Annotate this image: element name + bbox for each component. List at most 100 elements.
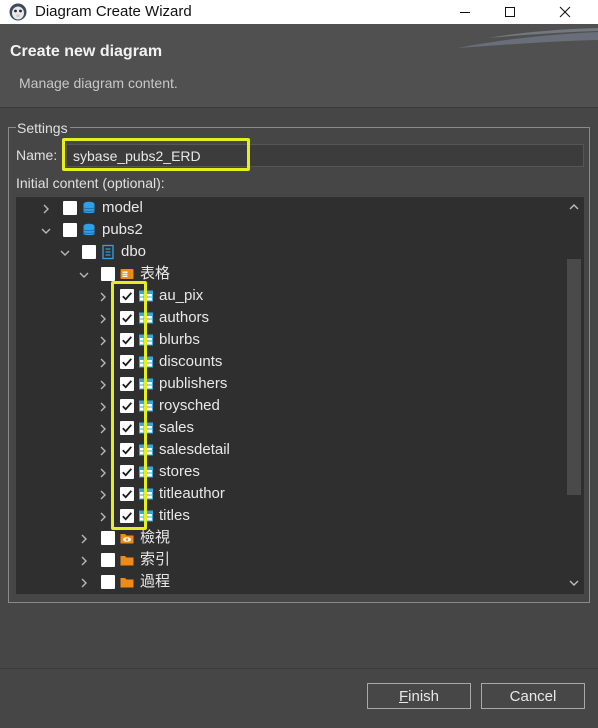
tree-row[interactable]: salesdetail bbox=[16, 439, 564, 461]
chevron-right-icon[interactable] bbox=[97, 400, 109, 412]
checkbox-checked[interactable] bbox=[120, 355, 134, 369]
tree-row[interactable]: authors bbox=[16, 307, 564, 329]
chevron-right-icon[interactable] bbox=[97, 510, 109, 522]
tree-item-label: roysched bbox=[159, 397, 220, 414]
tree-item-label: stores bbox=[159, 463, 200, 480]
close-button[interactable] bbox=[542, 0, 588, 24]
tree-item-label: titles bbox=[159, 507, 190, 524]
dbeaver-app-icon bbox=[9, 3, 27, 21]
tree-row[interactable]: dbo bbox=[16, 241, 564, 263]
chevron-right-icon[interactable] bbox=[78, 554, 90, 566]
tree-item-label: titleauthor bbox=[159, 485, 225, 502]
tree-row[interactable]: 索引 bbox=[16, 549, 564, 571]
tree-item-label: 過程 bbox=[140, 573, 171, 590]
tree-item-label: dbo bbox=[121, 243, 147, 260]
checkbox[interactable] bbox=[63, 201, 77, 215]
finish-button[interactable]: Finish bbox=[367, 683, 471, 709]
scroll-down-icon[interactable] bbox=[568, 578, 580, 588]
tree-row[interactable]: roysched bbox=[16, 395, 564, 417]
tree-row[interactable]: publishers bbox=[16, 373, 564, 395]
checkbox-checked[interactable] bbox=[120, 465, 134, 479]
table-icon bbox=[139, 444, 153, 456]
checkbox-checked[interactable] bbox=[120, 399, 134, 413]
checkbox-checked[interactable] bbox=[120, 487, 134, 501]
checkbox-checked[interactable] bbox=[120, 377, 134, 391]
checkbox[interactable] bbox=[101, 267, 115, 281]
checkbox[interactable] bbox=[101, 553, 115, 567]
tree-row[interactable]: blurbs bbox=[16, 329, 564, 351]
tree-row[interactable]: pubs2 bbox=[16, 219, 564, 241]
minimize-icon bbox=[460, 12, 470, 13]
table-icon bbox=[139, 466, 153, 478]
wizard-heading: Create new diagram bbox=[10, 43, 163, 60]
tree-row[interactable]: 表格 bbox=[16, 263, 564, 285]
checkbox-checked[interactable] bbox=[120, 311, 134, 325]
check-icon bbox=[122, 402, 132, 411]
tree-item-label: 檢視 bbox=[140, 529, 171, 546]
maximize-button[interactable] bbox=[487, 0, 533, 24]
chevron-right-icon[interactable] bbox=[97, 356, 109, 368]
scrollbar-thumb[interactable] bbox=[567, 259, 581, 495]
chevron-right-icon[interactable] bbox=[97, 488, 109, 500]
tree-row[interactable]: titleauthor bbox=[16, 483, 564, 505]
tree-vertical-scrollbar[interactable] bbox=[564, 197, 584, 594]
tree-row[interactable]: 過程 bbox=[16, 571, 564, 593]
diagram-name-input[interactable] bbox=[66, 144, 584, 167]
chevron-right-icon[interactable] bbox=[97, 444, 109, 456]
checkbox[interactable] bbox=[82, 245, 96, 259]
tree-item-label: 索引 bbox=[140, 551, 171, 568]
chevron-down-icon[interactable] bbox=[40, 224, 52, 236]
chevron-right-icon[interactable] bbox=[40, 202, 52, 214]
window-title: Diagram Create Wizard bbox=[35, 3, 192, 20]
check-icon bbox=[122, 314, 132, 323]
chevron-right-icon[interactable] bbox=[97, 378, 109, 390]
schema-icon bbox=[102, 244, 114, 260]
tree-row[interactable]: au_pix bbox=[16, 285, 564, 307]
tree-row[interactable]: sales bbox=[16, 417, 564, 439]
name-label: Name: bbox=[16, 147, 58, 163]
cancel-button[interactable]: Cancel bbox=[481, 683, 585, 709]
chevron-right-icon[interactable] bbox=[97, 466, 109, 478]
chevron-right-icon[interactable] bbox=[78, 576, 90, 588]
tree-row[interactable]: titles bbox=[16, 505, 564, 527]
checkbox-checked[interactable] bbox=[120, 421, 134, 435]
chevron-right-icon[interactable] bbox=[97, 312, 109, 324]
tree-row[interactable]: 檢視 bbox=[16, 527, 564, 549]
scroll-up-icon[interactable] bbox=[568, 202, 580, 212]
wizard-header: Create new diagram Manage diagram conten… bbox=[0, 24, 598, 107]
chevron-right-icon[interactable] bbox=[97, 290, 109, 302]
tree-item-label: publishers bbox=[159, 375, 228, 392]
chevron-right-icon[interactable] bbox=[97, 422, 109, 434]
database-icon bbox=[83, 201, 95, 214]
checkbox[interactable] bbox=[63, 223, 77, 237]
tree-row[interactable]: model bbox=[16, 197, 564, 219]
header-banner-graphic bbox=[458, 28, 598, 48]
tree-item-label: au_pix bbox=[159, 287, 204, 304]
checkbox-checked[interactable] bbox=[120, 333, 134, 347]
table-icon bbox=[139, 488, 153, 500]
tree-row[interactable]: discounts bbox=[16, 351, 564, 373]
finish-label: inish bbox=[408, 687, 440, 705]
checkbox[interactable] bbox=[101, 531, 115, 545]
tree-row[interactable]: stores bbox=[16, 461, 564, 483]
maximize-icon bbox=[505, 7, 515, 17]
checkbox-checked[interactable] bbox=[120, 289, 134, 303]
check-icon bbox=[122, 292, 132, 301]
chevron-down-icon[interactable] bbox=[59, 246, 71, 258]
table-icon bbox=[139, 356, 153, 368]
check-icon bbox=[122, 468, 132, 477]
tree-item-label: discounts bbox=[159, 353, 223, 370]
chevron-right-icon[interactable] bbox=[97, 334, 109, 346]
initial-content-label: Initial content (optional): bbox=[16, 175, 165, 191]
chevron-down-icon[interactable] bbox=[78, 268, 90, 280]
checkbox-checked[interactable] bbox=[120, 443, 134, 457]
tree-item-label: model bbox=[102, 199, 143, 216]
checkbox[interactable] bbox=[101, 575, 115, 589]
footer-divider bbox=[0, 668, 598, 669]
table-icon bbox=[139, 290, 153, 302]
chevron-right-icon[interactable] bbox=[78, 532, 90, 544]
tree-item-label: authors bbox=[159, 309, 210, 326]
initial-content-tree[interactable]: model pubs2 dbo 表格 au_pix authors blurbs… bbox=[16, 197, 584, 594]
minimize-button[interactable] bbox=[442, 0, 488, 24]
checkbox-checked[interactable] bbox=[120, 509, 134, 523]
